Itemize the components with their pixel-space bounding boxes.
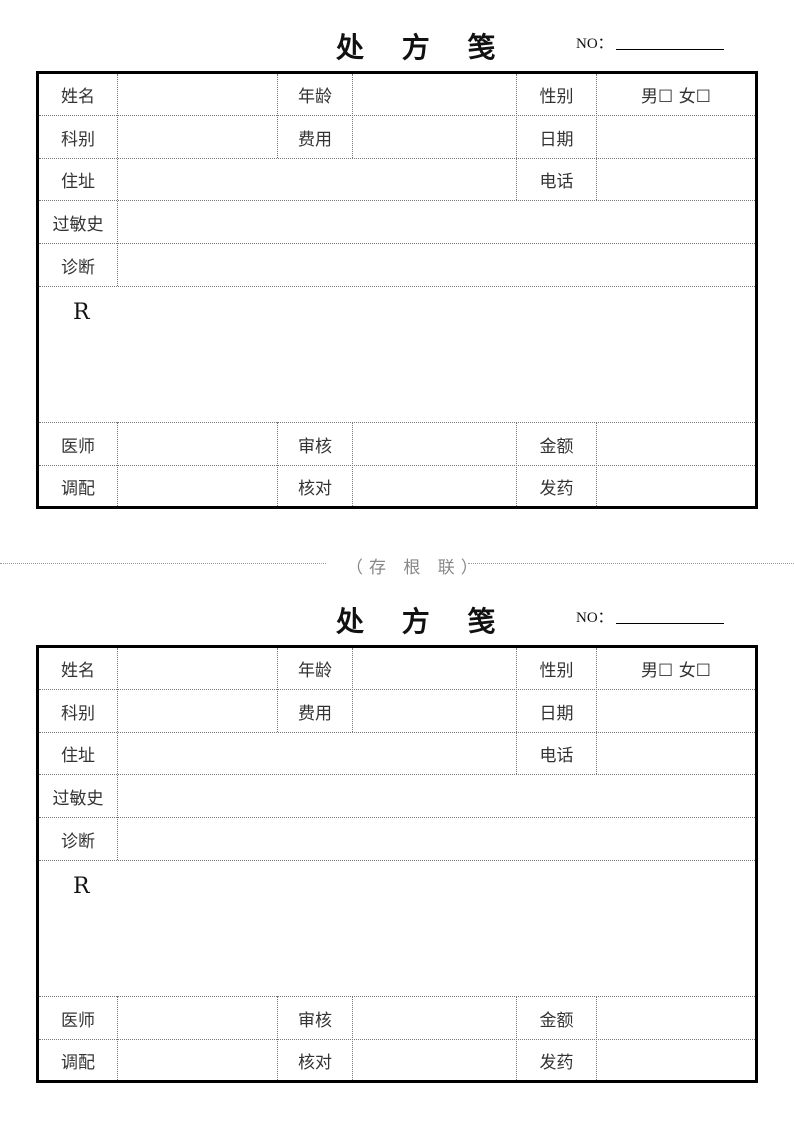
number-label: NO： [576, 610, 613, 626]
issue-field[interactable] [597, 466, 755, 506]
department-field[interactable] [118, 690, 277, 732]
amount-field[interactable] [597, 997, 755, 1039]
stub-divider: （存 根 联） [0, 556, 794, 578]
age-field[interactable] [353, 74, 516, 115]
label-address: 住址 [61, 172, 95, 192]
form-title: 处 方 笺 [336, 605, 510, 638]
label-name: 姓名 [61, 87, 95, 107]
stub-label: （存 根 联） [346, 558, 484, 578]
label-date: 日期 [539, 129, 574, 150]
check-field[interactable] [353, 466, 516, 506]
gender-checkboxes[interactable]: 男☐ 女☐ [597, 74, 755, 115]
number-field[interactable] [616, 623, 724, 624]
address-field[interactable] [118, 159, 516, 200]
prescription-table: 姓名 年龄 性别 男☐ 女☐ 科别 费用 日期 住址 电话 过敏史 诊断 R 医… [36, 71, 758, 509]
label-issue: 发药 [539, 1052, 574, 1073]
label-phone: 电话 [539, 746, 574, 766]
phone-field[interactable] [597, 733, 755, 774]
diagnosis-field[interactable] [118, 244, 755, 286]
label-issue: 发药 [539, 478, 574, 499]
fee-field[interactable] [353, 116, 516, 158]
issue-field[interactable] [597, 1040, 755, 1080]
physician-field[interactable] [118, 423, 277, 465]
label-date: 日期 [539, 703, 574, 724]
fee-field[interactable] [353, 690, 516, 732]
prescription-area[interactable] [39, 287, 755, 422]
label-age: 年龄 [298, 661, 332, 681]
label-dispense: 调配 [61, 1052, 95, 1073]
label-review: 审核 [298, 436, 332, 457]
label-gender: 性别 [539, 87, 574, 107]
review-field[interactable] [353, 423, 516, 465]
number-field[interactable] [616, 49, 724, 50]
diagnosis-field[interactable] [118, 818, 755, 860]
allergy-field[interactable] [118, 775, 755, 817]
label-department: 科别 [61, 703, 95, 724]
label-phone: 电话 [539, 172, 574, 192]
dispense-field[interactable] [118, 1040, 277, 1080]
phone-field[interactable] [597, 159, 755, 200]
dispense-field[interactable] [118, 466, 277, 506]
label-age: 年龄 [298, 87, 332, 107]
label-department: 科别 [61, 129, 95, 150]
label-physician: 医师 [61, 1010, 95, 1031]
label-diagnosis: 诊断 [61, 257, 95, 278]
label-review: 审核 [298, 1010, 332, 1031]
amount-field[interactable] [597, 423, 755, 465]
label-amount: 金额 [539, 436, 574, 457]
date-field[interactable] [597, 690, 755, 732]
prescription-area[interactable] [39, 861, 755, 996]
label-fee: 费用 [298, 129, 332, 150]
name-field[interactable] [118, 648, 277, 689]
gender-checkboxes[interactable]: 男☐ 女☐ [597, 648, 755, 689]
divider-line-left [0, 563, 326, 564]
prescription-table: 姓名 年龄 性别 男☐ 女☐ 科别 费用 日期 住址 电话 过敏史 诊断 R 医… [36, 645, 758, 1083]
label-physician: 医师 [61, 436, 95, 457]
label-dispense: 调配 [61, 478, 95, 499]
age-field[interactable] [353, 648, 516, 689]
divider-line-right [468, 563, 794, 564]
label-allergy: 过敏史 [52, 788, 104, 809]
label-check: 核对 [298, 478, 332, 499]
name-field[interactable] [118, 74, 277, 115]
check-field[interactable] [353, 1040, 516, 1080]
label-address: 住址 [61, 746, 95, 766]
physician-field[interactable] [118, 997, 277, 1039]
label-gender: 性别 [539, 661, 574, 681]
label-check: 核对 [298, 1052, 332, 1073]
review-field[interactable] [353, 997, 516, 1039]
department-field[interactable] [118, 116, 277, 158]
form-title: 处 方 笺 [336, 31, 510, 64]
address-field[interactable] [118, 733, 516, 774]
label-fee: 费用 [298, 703, 332, 724]
label-allergy: 过敏史 [52, 214, 104, 235]
number-label: NO： [576, 36, 613, 52]
label-amount: 金额 [539, 1010, 574, 1031]
date-field[interactable] [597, 116, 755, 158]
allergy-field[interactable] [118, 201, 755, 243]
label-name: 姓名 [61, 661, 95, 681]
label-diagnosis: 诊断 [61, 831, 95, 852]
